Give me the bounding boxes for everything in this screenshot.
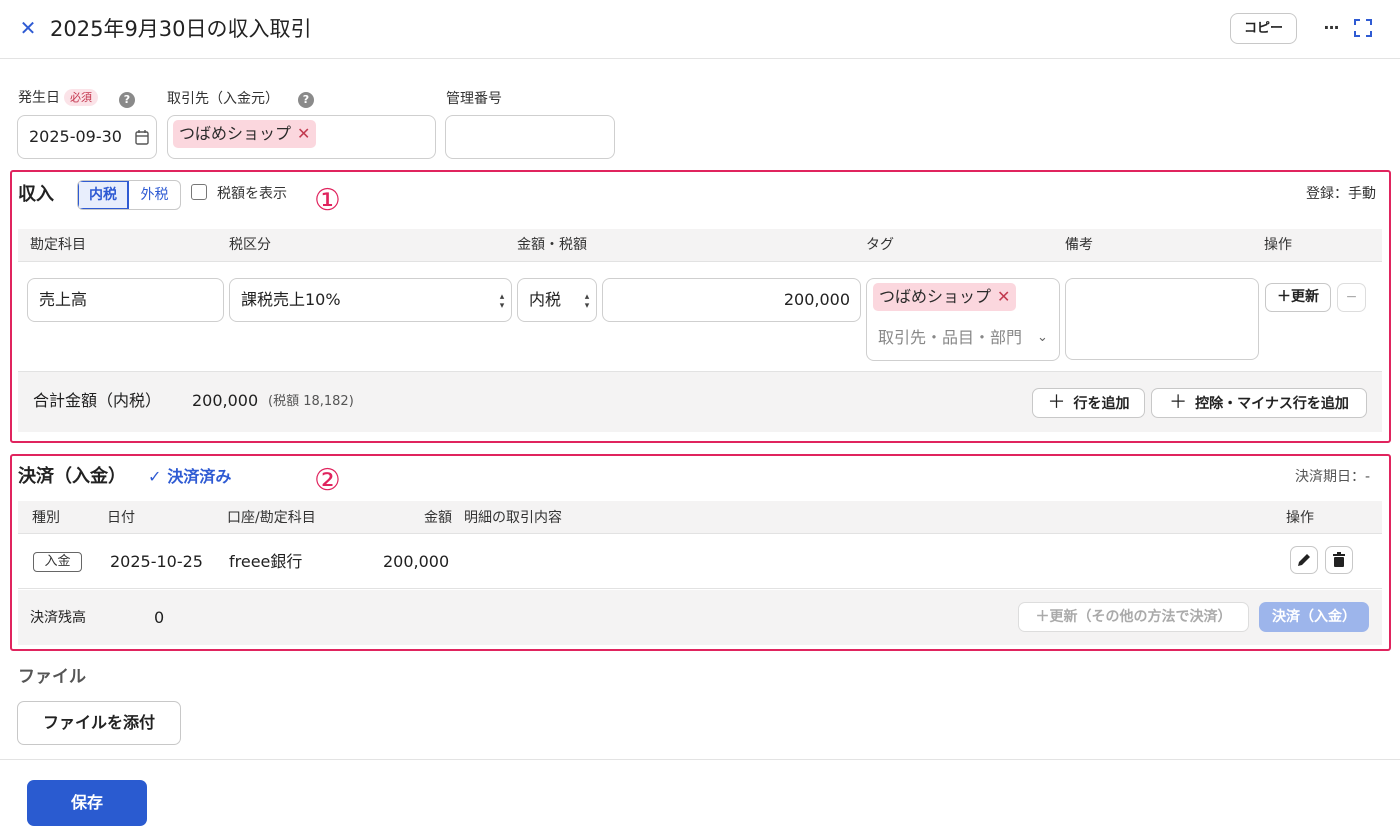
account-input[interactable]: 売上高 xyxy=(27,278,224,322)
date-label: 発生日 必須 xyxy=(18,89,98,107)
footer-divider xyxy=(0,759,1400,760)
settlement-title: 決済（入金） xyxy=(18,466,126,487)
expand-icon[interactable] xyxy=(1354,19,1372,37)
required-badge: 必須 xyxy=(64,89,98,106)
calendar-icon[interactable] xyxy=(135,129,149,145)
income-total-bar: 合計金額（内税） 200,000 (税額 18,182) ＋行を追加 ＋控除・マ… xyxy=(18,371,1382,432)
col-amount: 金額・税額 xyxy=(517,237,587,253)
partner-help-icon[interactable]: ? xyxy=(298,92,314,108)
settlement-table-header: 種別 日付 口座/勘定科目 金額 明細の取引内容 操作 xyxy=(18,501,1382,534)
col-account: 口座/勘定科目 xyxy=(227,510,316,526)
close-icon[interactable]: ✕ xyxy=(18,16,38,40)
col-account: 勘定科目 xyxy=(30,237,86,253)
payment-account: freee銀行 xyxy=(229,552,303,571)
tax-mode-toggle: 内税 外税 xyxy=(77,180,181,210)
edit-button[interactable] xyxy=(1290,546,1318,574)
payment-type-badge: 入金 xyxy=(33,552,82,572)
remove-row-button[interactable]: − xyxy=(1337,283,1366,312)
select-arrows-icon: ▴ ▾ xyxy=(499,292,505,311)
tag-placeholder: 取引先・品目・部門 xyxy=(878,328,1023,347)
pencil-icon xyxy=(1298,554,1310,566)
settlement-status: ✓ 決済済み xyxy=(148,467,232,486)
tax-mode-inclusive[interactable]: 内税 xyxy=(78,181,129,209)
date-input[interactable]: 2025-09-30 xyxy=(17,115,157,159)
total-value: 200,000 xyxy=(192,391,259,410)
chevron-down-icon: ⌄ xyxy=(1037,330,1048,345)
show-tax-label: 税額を表示 xyxy=(217,186,287,202)
col-actions: 操作 xyxy=(1264,237,1292,253)
settlement-balance-bar: 決済残高 0 ＋更新（その他の方法で決済） 決済（入金） xyxy=(18,590,1382,645)
settle-button[interactable]: 決済（入金） xyxy=(1259,602,1369,632)
balance-label: 決済残高 xyxy=(30,610,86,626)
col-amount: 金額 xyxy=(424,510,452,526)
date-help-icon[interactable]: ? xyxy=(119,92,135,108)
more-options-icon[interactable]: ··· xyxy=(1318,14,1344,42)
page-title: 2025年9月30日の収入取引 xyxy=(50,17,312,41)
total-label: 合計金額（内税） xyxy=(33,391,162,410)
col-note: 備考 xyxy=(1065,237,1093,253)
remove-tag-icon[interactable]: ✕ xyxy=(297,124,310,143)
check-icon: ✓ xyxy=(148,467,162,486)
show-tax-checkbox[interactable] xyxy=(191,184,207,200)
manage-no-label: 管理番号 xyxy=(446,91,502,107)
tax-mode-exclusive[interactable]: 外税 xyxy=(129,181,180,209)
income-table-header: 勘定科目 税区分 金額・税額 タグ 備考 操作 xyxy=(18,229,1382,262)
add-row-button[interactable]: ＋行を追加 xyxy=(1032,388,1145,418)
col-type: 種別 xyxy=(32,510,60,526)
plus-icon: ＋ xyxy=(1047,392,1066,413)
section-marker-1: ① xyxy=(314,183,341,218)
col-tag: タグ xyxy=(866,237,894,253)
update-other-method-button[interactable]: ＋更新（その他の方法で決済） xyxy=(1018,602,1249,632)
manage-no-input[interactable] xyxy=(445,115,615,159)
select-arrows-icon: ▴ ▾ xyxy=(584,292,590,311)
remove-tag-icon[interactable]: ✕ xyxy=(997,287,1010,306)
tax-mode-select[interactable]: 内税 ▴ ▾ xyxy=(517,278,597,322)
table-row: 入金 2025-10-25 freee銀行 200,000 xyxy=(18,535,1382,589)
amount-input[interactable]: 200,000 xyxy=(602,278,861,322)
plus-icon: ＋ xyxy=(1169,392,1188,413)
attach-file-button[interactable]: ファイルを添付 xyxy=(17,701,181,745)
update-row-button[interactable]: ＋更新 xyxy=(1265,283,1331,312)
settlement-due-date: 決済期日：- xyxy=(1295,469,1371,485)
col-actions: 操作 xyxy=(1286,510,1314,526)
col-tax-category: 税区分 xyxy=(229,237,271,253)
registration-status: 登録：手動 xyxy=(1306,186,1376,202)
income-title: 収入 xyxy=(18,184,54,205)
col-date: 日付 xyxy=(107,510,135,526)
total-tax: (税額 18,182) xyxy=(268,394,354,409)
add-minus-row-button[interactable]: ＋控除・マイナス行を追加 xyxy=(1151,388,1367,418)
payment-date: 2025-10-25 xyxy=(110,552,203,571)
partner-tag: つばめショップ ✕ xyxy=(173,120,317,148)
delete-button[interactable] xyxy=(1325,546,1353,574)
payment-amount: 200,000 xyxy=(383,552,450,571)
copy-button[interactable]: コピー xyxy=(1230,13,1297,44)
tag-input[interactable]: つばめショップ ✕ 取引先・品目・部門 ⌄ xyxy=(866,278,1060,361)
file-title: ファイル xyxy=(18,667,86,687)
col-detail: 明細の取引内容 xyxy=(464,510,562,526)
row-partner-tag: つばめショップ ✕ xyxy=(873,283,1017,311)
tax-category-select[interactable]: 課税売上10% ▴ ▾ xyxy=(229,278,512,322)
balance-value: 0 xyxy=(154,608,165,627)
save-button[interactable]: 保存 xyxy=(27,780,147,826)
trash-icon xyxy=(1333,552,1345,567)
note-textarea[interactable] xyxy=(1065,278,1259,360)
partner-input[interactable]: つばめショップ ✕ xyxy=(167,115,436,159)
partner-label: 取引先（入金元） xyxy=(167,91,279,107)
section-marker-2: ② xyxy=(314,463,341,498)
page-header: ✕ 2025年9月30日の収入取引 コピー ··· xyxy=(0,0,1400,59)
